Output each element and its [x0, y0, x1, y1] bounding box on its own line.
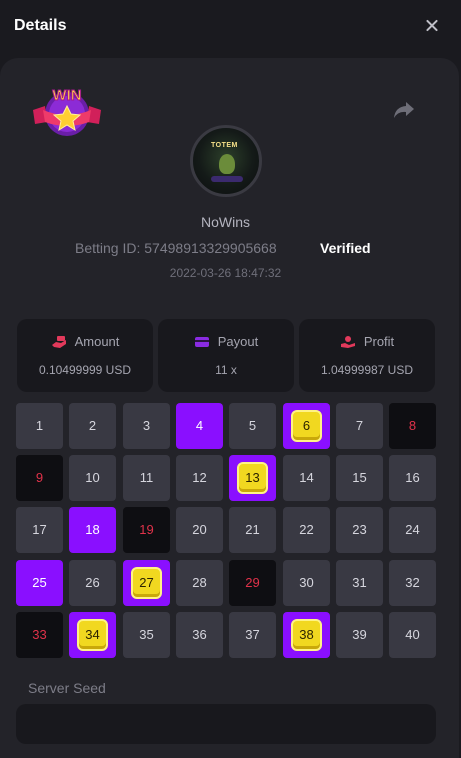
- profit-hand-icon: [340, 336, 355, 348]
- payout-card: Payout 11 x: [158, 319, 294, 392]
- avatar-banner: [211, 176, 243, 182]
- keno-cell[interactable]: 5: [229, 403, 276, 449]
- keno-cell[interactable]: 8: [389, 403, 436, 449]
- win-badge-icon: WIN: [33, 87, 101, 136]
- avatar-game-title: TOTEM: [211, 142, 238, 149]
- keno-cell[interactable]: 16: [389, 455, 436, 501]
- keno-cell[interactable]: 35: [123, 612, 170, 658]
- betting-id-label: Betting ID:: [75, 240, 141, 256]
- keno-cell[interactable]: 29: [229, 560, 276, 606]
- avatar-figure: [219, 154, 235, 174]
- profit-card: Profit 1.04999987 USD: [299, 319, 435, 392]
- keno-cell[interactable]: 10: [69, 455, 116, 501]
- keno-cell[interactable]: 22: [283, 507, 330, 553]
- keno-cell[interactable]: 7: [336, 403, 383, 449]
- server-seed-field[interactable]: [16, 704, 436, 744]
- keno-cell[interactable]: 1: [16, 403, 63, 449]
- keno-cell[interactable]: 26: [69, 560, 116, 606]
- keno-cell[interactable]: 12: [176, 455, 223, 501]
- keno-cell[interactable]: 9: [16, 455, 63, 501]
- close-icon[interactable]: [421, 16, 443, 38]
- hit-gem-icon: 38: [291, 619, 322, 651]
- keno-cell[interactable]: 11: [123, 455, 170, 501]
- details-header: Details: [0, 0, 461, 56]
- hit-gem-icon: 13: [237, 462, 268, 494]
- keno-cell[interactable]: 24: [389, 507, 436, 553]
- page-title: Details: [14, 17, 67, 34]
- amount-heading: Amount: [17, 334, 153, 349]
- keno-cell[interactable]: 14: [283, 455, 330, 501]
- keno-cell[interactable]: 15: [336, 455, 383, 501]
- keno-cell[interactable]: 25: [16, 560, 63, 606]
- keno-cell[interactable]: 37: [229, 612, 276, 658]
- keno-cell[interactable]: 4: [176, 403, 223, 449]
- keno-cell[interactable]: 18: [69, 507, 116, 553]
- avatar: TOTEM: [190, 125, 262, 197]
- keno-cell[interactable]: 19: [123, 507, 170, 553]
- verified-badge[interactable]: Verified: [320, 240, 371, 256]
- keno-cell[interactable]: 33: [16, 612, 63, 658]
- bet-timestamp: 2022-03-26 18:47:32: [169, 266, 282, 280]
- keno-cell[interactable]: 39: [336, 612, 383, 658]
- amount-label: Amount: [74, 334, 120, 349]
- betting-id-value: 5749891332990566​8: [144, 240, 277, 256]
- hit-gem-icon: 6: [291, 410, 322, 442]
- amount-card: Amount 0.10499999 USD: [17, 319, 153, 392]
- keno-cell[interactable]: 21: [229, 507, 276, 553]
- keno-cell[interactable]: 23: [336, 507, 383, 553]
- keno-cell[interactable]: 40: [389, 612, 436, 658]
- payout-heading: Payout: [158, 334, 294, 349]
- username: NoWins: [200, 214, 250, 230]
- keno-cell[interactable]: 30: [283, 560, 330, 606]
- payout-label: Payout: [217, 334, 259, 349]
- profit-label: Profit: [363, 334, 395, 349]
- keno-cell[interactable]: 3: [123, 403, 170, 449]
- win-badge-label: WIN: [52, 87, 81, 104]
- keno-cell[interactable]: 28: [176, 560, 223, 606]
- betting-id: Betting ID: 5749891332990566​8: [75, 240, 277, 256]
- keno-cell[interactable]: 32: [389, 560, 436, 606]
- keno-cell[interactable]: 13: [229, 455, 276, 501]
- keno-cell[interactable]: 2: [69, 403, 116, 449]
- profit-heading: Profit: [299, 334, 435, 349]
- share-icon[interactable]: [393, 100, 415, 120]
- keno-cell[interactable]: 38: [283, 612, 330, 658]
- keno-cell[interactable]: 34: [69, 612, 116, 658]
- amount-value: 0.10499999 USD: [38, 363, 132, 377]
- money-hand-icon: [51, 336, 66, 348]
- keno-cell[interactable]: 20: [176, 507, 223, 553]
- server-seed-label: Server Seed: [28, 680, 106, 696]
- keno-cell[interactable]: 6: [283, 403, 330, 449]
- hit-gem-icon: 34: [77, 619, 108, 651]
- keno-cell[interactable]: 31: [336, 560, 383, 606]
- payout-value: 11 x: [215, 363, 237, 377]
- hit-gem-icon: 27: [131, 567, 162, 599]
- wallet-card-icon: [194, 337, 209, 347]
- keno-cell[interactable]: 17: [16, 507, 63, 553]
- keno-cell[interactable]: 27: [123, 560, 170, 606]
- profit-value: 1.04999987 USD: [320, 363, 414, 377]
- keno-cell[interactable]: 36: [176, 612, 223, 658]
